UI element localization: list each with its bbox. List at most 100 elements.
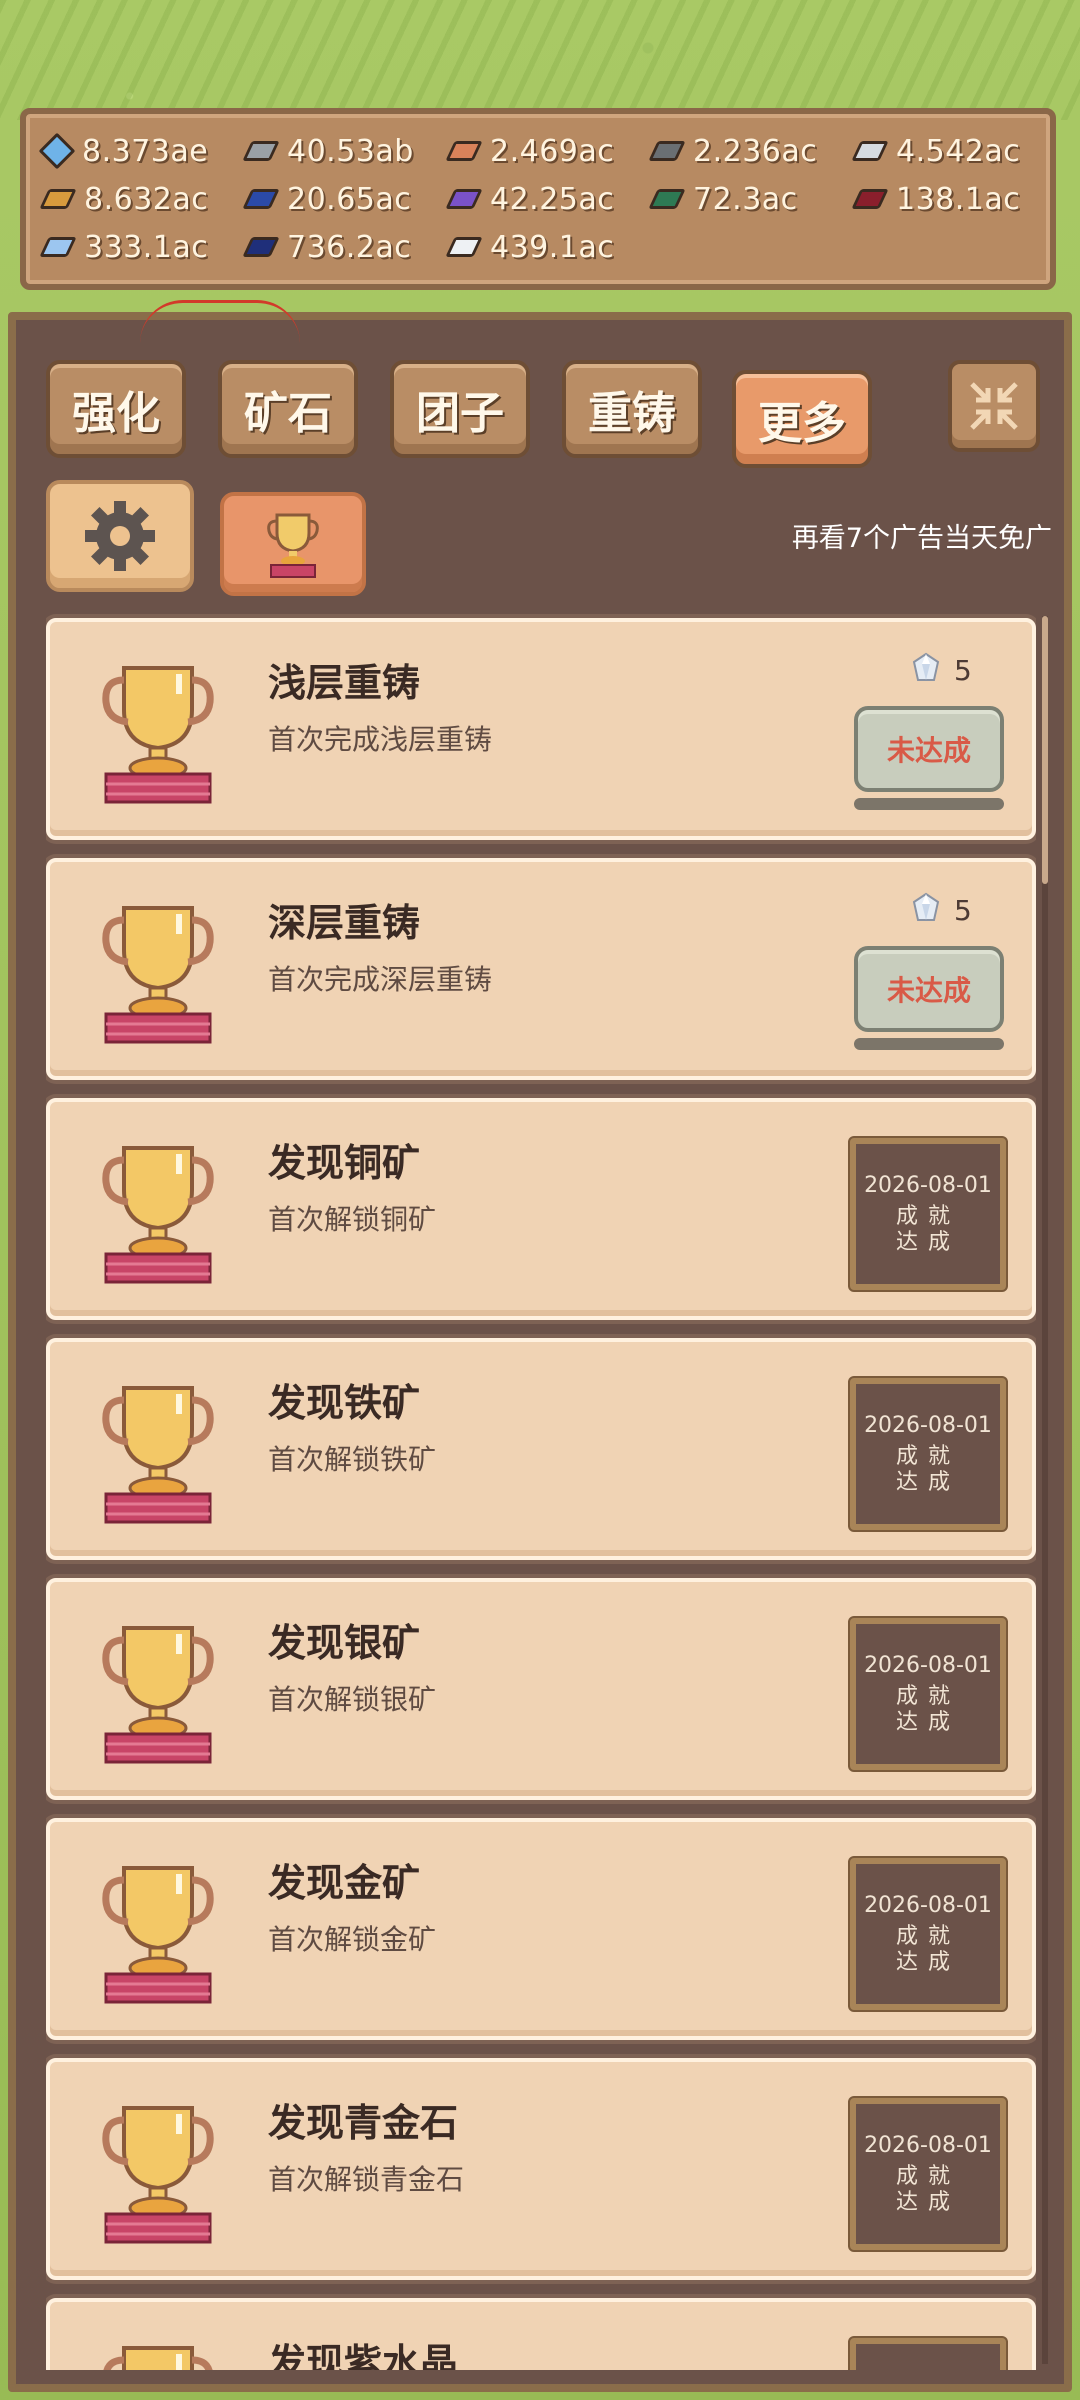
achievement-description: 首次解锁铁矿: [268, 1443, 437, 1476]
diamond-gem-icon: [38, 132, 76, 170]
achieved-badge: 2026-08-01 成就达成: [850, 1138, 1006, 1290]
claim-button-wrap: 未达成: [854, 706, 1004, 810]
grass-background: [0, 0, 1080, 120]
achievement-title: 发现紫水晶: [268, 2341, 459, 2370]
collapse-button[interactable]: [948, 360, 1040, 452]
achieved-label: 成就达成: [895, 1683, 960, 1735]
trophy-icon: [100, 2340, 216, 2370]
resource-item: 20.65ac: [242, 178, 450, 220]
achieved-label: 成就达成: [895, 1923, 960, 1975]
reward-amount: 5: [954, 653, 972, 687]
achieved-label: 成就达成: [895, 1203, 960, 1255]
resource-grid: 8.373ae 40.53ab 2.469ac 2.236ac 4.542ac 8.632…: [38, 130, 1040, 268]
white-ore-icon: [445, 237, 483, 257]
achieved-date: 2026-08-01: [864, 1892, 992, 1918]
ad-free-hint: 再看7个广告当天免广: [791, 523, 1052, 554]
achieved-badge: 2026-08-01 成就达成: [850, 1378, 1006, 1530]
not-achieved-button[interactable]: 未达成: [854, 706, 1004, 792]
resource-value: 333.1ac: [84, 229, 209, 265]
amethyst-ore-icon: [445, 189, 483, 209]
iron-ore-icon: [648, 141, 686, 161]
red-arc-decoration: [140, 300, 300, 343]
resource-item: 8.373ae: [38, 130, 247, 172]
trophy-icon: [100, 1140, 216, 1284]
achievement-card: 发现紫水晶: [46, 2298, 1036, 2370]
achievement-card: 浅层重铸 首次完成浅层重铸 5 未达成: [46, 618, 1036, 840]
button-shadow: [854, 798, 1004, 810]
achieved-badge: 2026-08-01 成就达成: [850, 1618, 1006, 1770]
resource-item: 40.53ab: [242, 130, 450, 172]
achievement-card: 发现银矿 首次解锁银矿 2026-08-01 成就达成: [46, 1578, 1036, 1800]
achievement-title: 发现铜矿: [268, 1141, 421, 1185]
achievement-title: 发现青金石: [268, 2101, 459, 2145]
resource-value: 8.373ae: [82, 133, 209, 169]
tab-ore[interactable]: 矿石: [218, 360, 358, 458]
achievement-description: 首次解锁青金石: [268, 2163, 465, 2196]
scrollbar-thumb[interactable]: [1042, 616, 1048, 884]
achievement-card: 发现青金石 首次解锁青金石 2026-08-01 成就达成: [46, 2058, 1036, 2280]
resource-value: 72.3ac: [693, 181, 798, 217]
green-ore-icon: [648, 189, 686, 209]
resource-item: 2.469ac: [445, 130, 653, 172]
achievement-description: 首次完成浅层重铸: [268, 723, 493, 756]
tab-upgrade[interactable]: 强化: [46, 360, 186, 458]
claim-button-wrap: 未达成: [854, 946, 1004, 1050]
achieved-label: 成就达成: [895, 1443, 960, 1495]
ruby-ore-icon: [851, 189, 889, 209]
achievement-title: 发现金矿: [268, 1861, 421, 1905]
button-shadow: [854, 1038, 1004, 1050]
tab-recast[interactable]: 重铸: [562, 360, 702, 458]
achievement-description: 首次完成深层重铸: [268, 963, 493, 996]
trophy-icon: [100, 2100, 216, 2244]
trophy-icon: [100, 900, 216, 1044]
resource-value: 42.25ac: [490, 181, 615, 217]
achieved-date: 2026-08-01: [864, 1412, 992, 1438]
resource-item: 2.236ac: [648, 130, 856, 172]
resource-item: 4.542ac: [851, 130, 1059, 172]
achievement-description: 首次解锁金矿: [268, 1923, 437, 1956]
collapse-arrows-icon: [970, 382, 1018, 430]
trophy-icon: [100, 660, 216, 804]
resource-value: 2.236ac: [693, 133, 818, 169]
resource-item: 439.1ac: [445, 226, 653, 268]
sapphire-ore-icon: [242, 237, 280, 257]
resource-value: 2.469ac: [490, 133, 615, 169]
diamond-reward-icon: [910, 652, 942, 688]
settings-button[interactable]: [46, 480, 194, 592]
tab-more[interactable]: 更多: [732, 370, 872, 468]
resource-value: 4.542ac: [896, 133, 1021, 169]
not-achieved-button[interactable]: 未达成: [854, 946, 1004, 1032]
gear-icon: [85, 501, 155, 571]
diamond-reward-icon: [910, 892, 942, 928]
gold-ore-icon: [39, 189, 77, 209]
achievement-list[interactable]: 浅层重铸 首次完成浅层重铸 5 未达成 深层重铸 首次完成深层重铸 5 未达成 …: [46, 610, 1036, 2370]
copper-ore-icon: [445, 141, 483, 161]
achievements-tab[interactable]: [220, 492, 366, 596]
reward: 5: [910, 652, 972, 688]
resource-item: 42.25ac: [445, 178, 653, 220]
resource-value: 8.632ac: [84, 181, 209, 217]
resource-item: 736.2ac: [242, 226, 450, 268]
reward: 5: [910, 892, 972, 928]
trophy-icon: [100, 1380, 216, 1524]
resource-item: 138.1ac: [851, 178, 1059, 220]
achieved-date: 2026-08-01: [864, 1652, 992, 1678]
resource-panel: 8.373ae 40.53ab 2.469ac 2.236ac 4.542ac 8.632…: [20, 108, 1056, 290]
achievement-description: 首次解锁银矿: [268, 1683, 437, 1716]
tab-dango[interactable]: 团子: [390, 360, 530, 458]
grey-ore-icon: [242, 141, 280, 161]
achieved-date: 2026-08-01: [864, 2132, 992, 2158]
achievement-description: 首次解锁铜矿: [268, 1203, 437, 1236]
achievement-title: 深层重铸: [268, 901, 421, 945]
achievement-card: 发现铜矿 首次解锁铜矿 2026-08-01 成就达成: [46, 1098, 1036, 1320]
achievement-title: 发现银矿: [268, 1621, 421, 1665]
resource-item: 72.3ac: [648, 178, 856, 220]
achievement-title: 浅层重铸: [268, 661, 421, 705]
scrollbar[interactable]: [1042, 616, 1048, 2364]
trophy-icon: [100, 1860, 216, 2004]
silver-ore-icon: [851, 141, 889, 161]
achievement-card: 发现金矿 首次解锁金矿 2026-08-01 成就达成: [46, 1818, 1036, 2040]
blue-ore-icon: [242, 189, 280, 209]
achieved-date: 2026-08-01: [864, 1172, 992, 1198]
achievement-title: 发现铁矿: [268, 1381, 421, 1425]
